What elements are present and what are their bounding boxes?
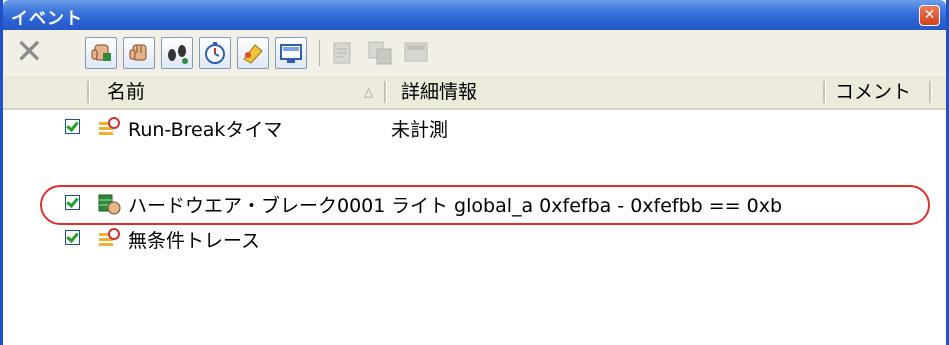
hand-break-button[interactable]: [85, 37, 117, 69]
highlight-outline: [40, 185, 930, 225]
close-icon: ✕: [923, 7, 936, 23]
enable-checkbox[interactable]: [65, 230, 80, 245]
sort-indicator-icon: △: [364, 85, 374, 99]
close-button[interactable]: ✕: [919, 5, 940, 26]
panel-title: イベント: [11, 9, 83, 29]
table-row[interactable]: 無条件トレース: [3, 222, 946, 256]
row-name: 無条件トレース: [128, 230, 261, 252]
hand-stop-button[interactable]: [123, 37, 155, 69]
footprints-icon: [168, 45, 188, 64]
header-divider: [87, 81, 90, 103]
edit-disabled-icon: [329, 38, 359, 68]
toolbar-separator: [319, 40, 320, 66]
header-divider: [384, 81, 387, 103]
column-name[interactable]: 名前: [107, 76, 145, 108]
header-divider: [929, 81, 932, 103]
column-detail[interactable]: 詳細情報: [401, 76, 477, 108]
trace-event-icon: [99, 228, 120, 246]
delete-icon[interactable]: ✕: [15, 35, 44, 69]
trace-icon: [243, 44, 263, 64]
toolbar: ✕: [3, 30, 946, 76]
table-row[interactable]: Run-Breakタイマ 未計測: [3, 111, 946, 145]
event-panel: イベント ✕ ✕ 名前 △ 詳細情報 コメント Run-Breakタイマ 未計測…: [0, 0, 949, 345]
timer-button[interactable]: [199, 37, 231, 69]
hand-break-icon: [91, 44, 111, 61]
copy-disabled-icon: [365, 38, 395, 68]
enable-checkbox[interactable]: [65, 119, 80, 134]
footprints-button[interactable]: [161, 37, 193, 69]
title-bar: イベント ✕: [3, 0, 946, 30]
hand-stop-icon: [129, 44, 147, 61]
column-header: 名前 △ 詳細情報 コメント: [3, 76, 946, 110]
timer-event-icon: [99, 117, 120, 135]
row-name: Run-Breakタイマ: [128, 119, 283, 141]
view-disabled-icon: [401, 38, 431, 68]
monitor-button[interactable]: [275, 37, 307, 69]
header-divider: [823, 81, 826, 103]
monitor-icon: [280, 44, 302, 63]
column-comment[interactable]: コメント: [835, 76, 911, 108]
trace-button[interactable]: [237, 37, 269, 69]
timer-icon: [205, 42, 225, 64]
row-detail: 未計測: [391, 119, 449, 141]
